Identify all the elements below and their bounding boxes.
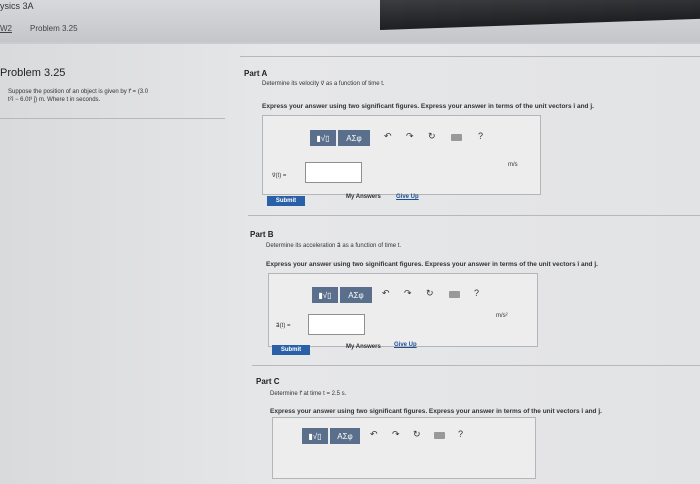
part-b-math-toolbar: ▮√▯ ΑΣφ ↶ ↷ ↻ ? <box>312 287 512 303</box>
divider <box>252 365 700 366</box>
undo-icon[interactable]: ↶ <box>370 429 378 440</box>
problem-statement: Suppose the position of an object is giv… <box>8 88 218 104</box>
redo-icon[interactable]: ↷ <box>406 131 414 142</box>
part-a-unit: m/s <box>508 162 518 168</box>
part-b-variable-label: a⃗(t) = <box>276 323 291 329</box>
keyboard-icon[interactable] <box>451 134 462 141</box>
part-a-variable-label: v⃗(t) = <box>272 173 287 179</box>
part-a-question: Determine its velocity v⃗ as a function … <box>262 81 385 87</box>
breadcrumb-assignment[interactable]: W2 <box>0 24 12 33</box>
problem-line-2: t²î − 6.0t³ ĵ) m. Where t in seconds. <box>8 97 101 103</box>
templates-button[interactable]: ▮√▯ <box>302 428 328 444</box>
reset-icon[interactable]: ↻ <box>413 429 421 440</box>
greek-symbols-button[interactable]: ΑΣφ <box>340 287 372 303</box>
templates-button[interactable]: ▮√▯ <box>310 130 336 146</box>
breadcrumb-problem: Problem 3.25 <box>30 24 78 33</box>
part-b-unit: m/s² <box>496 313 508 319</box>
undo-icon[interactable]: ↶ <box>382 288 390 299</box>
problem-title: Problem 3.25 <box>0 67 66 79</box>
help-icon[interactable]: ? <box>478 131 483 141</box>
part-a-my-answers-link[interactable]: My Answers <box>346 194 381 200</box>
help-icon[interactable]: ? <box>474 288 479 298</box>
part-c-instruction: Express your answer using two significan… <box>270 408 602 415</box>
undo-icon[interactable]: ↶ <box>384 131 392 142</box>
monitor-bezel <box>380 0 700 31</box>
divider <box>240 56 700 57</box>
part-c-math-toolbar: ▮√▯ ΑΣφ ↶ ↷ ↻ ? <box>302 428 502 444</box>
reset-icon[interactable]: ↻ <box>426 288 434 299</box>
reset-icon[interactable]: ↻ <box>428 131 436 142</box>
redo-icon[interactable]: ↷ <box>404 288 412 299</box>
keyboard-icon[interactable] <box>434 432 445 439</box>
part-b-answer-input[interactable] <box>308 314 365 335</box>
part-a-instruction: Express your answer using two significan… <box>262 103 594 110</box>
divider <box>0 118 225 119</box>
part-c-question: Determine r⃗ at time t = 2.5 s. <box>270 391 347 397</box>
part-a-answer-panel <box>262 115 541 195</box>
redo-icon[interactable]: ↷ <box>392 429 400 440</box>
greek-symbols-button[interactable]: ΑΣφ <box>330 428 360 444</box>
greek-symbols-button[interactable]: ΑΣφ <box>338 130 370 146</box>
part-a-submit-button[interactable]: Submit <box>267 196 305 206</box>
part-a-answer-input[interactable] <box>305 162 362 183</box>
templates-button[interactable]: ▮√▯ <box>312 287 338 303</box>
part-c-label: Part C <box>256 377 280 386</box>
part-b-answer-panel <box>268 273 538 347</box>
part-b-give-up-link[interactable]: Give Up <box>394 342 417 348</box>
part-b-instruction: Express your answer using two significan… <box>266 261 598 268</box>
part-a-label: Part A <box>244 69 268 78</box>
part-a-math-toolbar: ▮√▯ ΑΣφ ↶ ↷ ↻ ? <box>310 130 510 146</box>
problem-line-1: Suppose the position of an object is giv… <box>8 89 149 95</box>
part-a-give-up-link[interactable]: Give Up <box>396 194 419 200</box>
part-b-my-answers-link[interactable]: My Answers <box>346 344 381 350</box>
course-header: ysics 3A W2 Problem 3.25 <box>0 0 700 42</box>
help-icon[interactable]: ? <box>458 429 463 439</box>
divider <box>248 215 700 216</box>
keyboard-icon[interactable] <box>449 291 460 298</box>
course-title: ysics 3A <box>0 1 34 11</box>
part-b-question: Determine its acceleration a⃗ as a funct… <box>266 243 402 249</box>
part-b-label: Part B <box>250 230 274 239</box>
part-c-answer-panel <box>272 417 536 479</box>
part-b-submit-button[interactable]: Submit <box>272 345 310 355</box>
